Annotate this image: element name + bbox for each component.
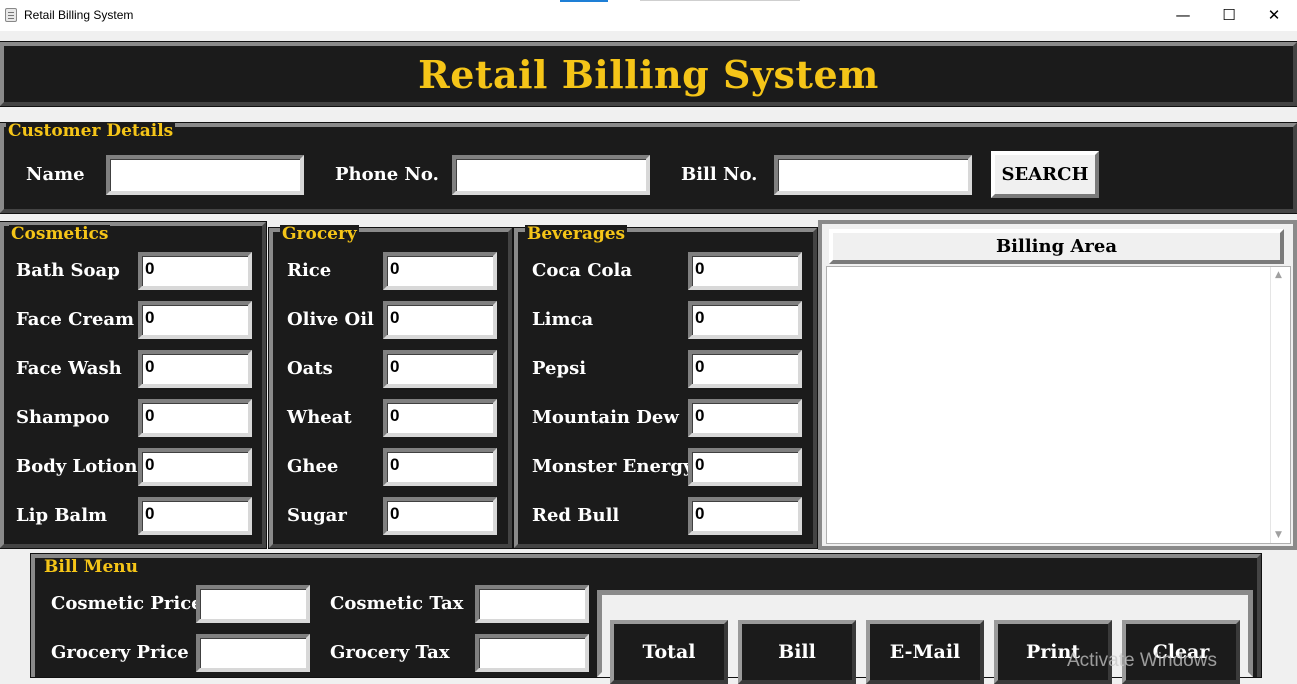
lip-balm-label: Lip Balm (16, 505, 108, 526)
mountain-dew-label: Mountain Dew (532, 407, 679, 428)
red-bull-label: Red Bull (532, 505, 620, 526)
bath-soap-label: Bath Soap (16, 260, 120, 281)
scroll-down-icon[interactable]: ▼ (1270, 528, 1287, 542)
minimize-button[interactable]: — (1160, 0, 1206, 31)
document-icon (5, 8, 17, 22)
phone-label: Phone No. (335, 164, 439, 185)
ghee-label: Ghee (287, 456, 339, 477)
maximize-button[interactable]: ☐ (1206, 0, 1252, 31)
bill-no-label: Bill No. (681, 164, 758, 185)
face-cream-input[interactable]: 0 (138, 301, 252, 339)
shampoo-input[interactable]: 0 (138, 399, 252, 437)
sugar-input[interactable]: 0 (383, 497, 497, 535)
limca-input[interactable]: 0 (688, 301, 802, 339)
total-button[interactable]: Total (610, 620, 728, 684)
lip-balm-input[interactable]: 0 (138, 497, 252, 535)
cosmetic-price-input[interactable] (196, 585, 310, 623)
coca-cola-input[interactable]: 0 (688, 252, 802, 290)
bill-menu-legend: Bill Menu (42, 557, 141, 577)
taskbar-divider (640, 0, 800, 1)
billing-scrollbar[interactable] (1270, 267, 1287, 543)
pepsi-label: Pepsi (532, 358, 587, 379)
taskbar-accent (560, 0, 608, 2)
body-lotion-label: Body Lotion (16, 456, 138, 477)
grocery-legend: Grocery (280, 224, 359, 244)
phone-input[interactable] (452, 155, 650, 195)
face-wash-input[interactable]: 0 (138, 350, 252, 388)
grocery-price-label: Grocery Price (51, 642, 189, 663)
grocery-tax-input[interactable] (475, 634, 589, 672)
limca-label: Limca (532, 309, 594, 330)
wheat-input[interactable]: 0 (383, 399, 497, 437)
ghee-input[interactable]: 0 (383, 448, 497, 486)
page-title: Retail Billing System (418, 52, 879, 97)
monster-energy-label: Monster Energy (532, 456, 694, 477)
activate-windows-watermark: Activate Windows (1067, 650, 1217, 671)
olive-oil-label: Olive Oil (287, 309, 374, 330)
grocery-tax-label: Grocery Tax (330, 642, 450, 663)
window-titlebar (0, 0, 1297, 31)
rice-label: Rice (287, 260, 332, 281)
scroll-up-icon[interactable]: ▲ (1270, 268, 1287, 282)
customer-details-legend: Customer Details (6, 121, 176, 141)
billing-textarea[interactable] (826, 266, 1291, 544)
shampoo-label: Shampoo (16, 407, 110, 428)
face-cream-label: Face Cream (16, 309, 135, 330)
pepsi-input[interactable]: 0 (688, 350, 802, 388)
cosmetic-price-label: Cosmetic Price (51, 593, 203, 614)
beverages-legend: Beverages (525, 224, 628, 244)
face-wash-label: Face Wash (16, 358, 122, 379)
oats-input[interactable]: 0 (383, 350, 497, 388)
grocery-price-input[interactable] (196, 634, 310, 672)
cosmetic-tax-input[interactable] (475, 585, 589, 623)
cosmetics-legend: Cosmetics (9, 224, 111, 244)
cosmetic-tax-label: Cosmetic Tax (330, 593, 464, 614)
mountain-dew-input[interactable]: 0 (688, 399, 802, 437)
monster-energy-input[interactable]: 0 (688, 448, 802, 486)
oats-label: Oats (287, 358, 333, 379)
bill-button[interactable]: Bill (738, 620, 856, 684)
coca-cola-label: Coca Cola (532, 260, 633, 281)
name-input[interactable] (106, 155, 304, 195)
rice-input[interactable]: 0 (383, 252, 497, 290)
wheat-label: Wheat (287, 407, 352, 428)
search-button[interactable]: SEARCH (991, 151, 1099, 198)
body-lotion-input[interactable]: 0 (138, 448, 252, 486)
bill-no-input[interactable] (774, 155, 972, 195)
name-label: Name (26, 164, 85, 185)
close-button[interactable]: ✕ (1251, 0, 1297, 31)
email-button[interactable]: E-Mail (866, 620, 984, 684)
sugar-label: Sugar (287, 505, 347, 526)
billing-area-title: Billing Area (829, 229, 1284, 264)
bath-soap-input[interactable]: 0 (138, 252, 252, 290)
window-title: Retail Billing System (24, 8, 134, 22)
olive-oil-input[interactable]: 0 (383, 301, 497, 339)
red-bull-input[interactable]: 0 (688, 497, 802, 535)
